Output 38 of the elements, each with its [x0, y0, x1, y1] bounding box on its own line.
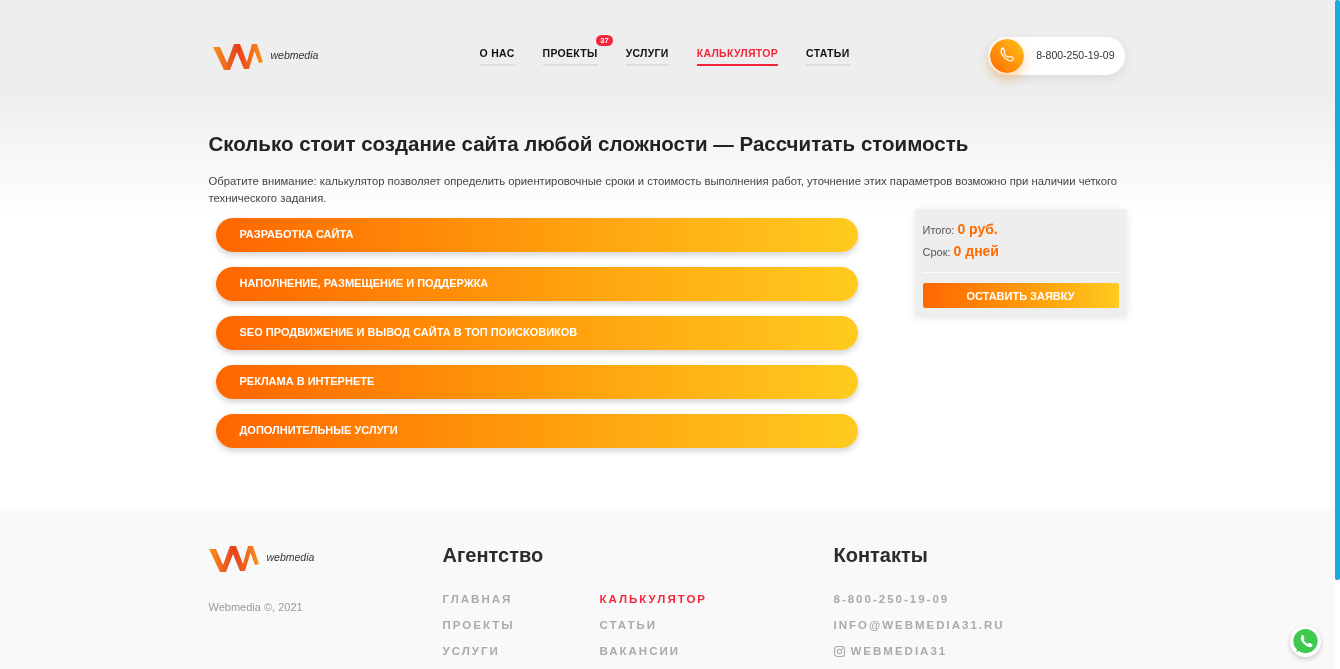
calculator-note: Обратите внимание: калькулятор позволяет определить ориентировочные сроки и стоимость выполнения работ, уточнение этих параметров возможно при наличии четкого технического задания.	[208, 173, 1119, 206]
total-value: 0 руб.	[957, 219, 998, 239]
instagram-icon	[833, 646, 845, 658]
email-link[interactable]: INFO@WEBMEDIA31.RU	[833, 617, 1005, 635]
section-toggle[interactable]: НАПОЛНЕНИЕ, РАЗМЕЩЕНИЕ И ПОДДЕРЖКА	[215, 266, 858, 301]
scrollbar-thumb[interactable]	[1335, 0, 1340, 580]
whatsapp-chat-icon[interactable]	[1290, 626, 1321, 657]
footer-link[interactable]: ПРОЕКТЫ	[442, 617, 515, 635]
nav-link[interactable]: О НАС	[479, 45, 515, 67]
footer-link[interactable]: ГЛАВНАЯ	[442, 591, 513, 609]
nav-link[interactable]: УСЛУГИ	[625, 45, 669, 67]
page-title: Сколько стоит создание сайта любой сложности — Рассчитать стоимость	[208, 132, 970, 157]
total-label: Итого:	[922, 222, 955, 238]
phone-icon	[990, 39, 1025, 73]
nav-link[interactable]: КАЛЬКУЛЯТОР	[696, 45, 779, 67]
logo-icon[interactable]	[212, 41, 263, 71]
nav-link[interactable]: СТАТЬИ	[806, 45, 850, 67]
phone-link[interactable]: 8-800-250-19-09	[833, 591, 950, 609]
term-value: 0 дней	[953, 241, 999, 261]
nav-link[interactable]: ПРОЕКТЫ	[542, 45, 598, 67]
logo-text: webmedia	[270, 48, 319, 64]
submit-request-button[interactable]: ОСТАВИТЬ ЗАЯВКУ	[922, 283, 1119, 309]
logo-text: webmedia	[266, 550, 315, 566]
section-toggle[interactable]: РЕКЛАМА В ИНТЕРНЕТЕ	[215, 364, 858, 399]
footer-link[interactable]: ВАКАНСИИ	[599, 643, 680, 661]
phone-button[interactable]: 8-800-250-19-09	[988, 37, 1125, 75]
copyright-text: Webmedia ©, 2021	[208, 600, 304, 615]
footer-link[interactable]: КАЛЬКУЛЯТОР	[599, 591, 707, 609]
footer-link[interactable]: УСЛУГИ	[442, 643, 500, 661]
footer-heading: Агентство	[442, 543, 545, 567]
footer-link[interactable]: СТАТЬИ	[599, 617, 658, 635]
logo-icon[interactable]	[208, 543, 259, 573]
section-toggle[interactable]: SEO ПРОДВИЖЕНИЕ И ВЫВОД САЙТА В ТОП ПОИСКОВИКОВ	[215, 315, 858, 350]
instagram-link[interactable]: WEBMEDIA31	[833, 643, 948, 661]
footer-heading: Контакты	[833, 543, 929, 567]
section-toggle[interactable]: РАЗРАБОТКА САЙТА	[215, 217, 858, 252]
term-label: Срок:	[922, 244, 951, 260]
section-toggle[interactable]: ДОПОЛНИТЕЛЬНЫЕ УСЛУГИ	[215, 413, 858, 448]
